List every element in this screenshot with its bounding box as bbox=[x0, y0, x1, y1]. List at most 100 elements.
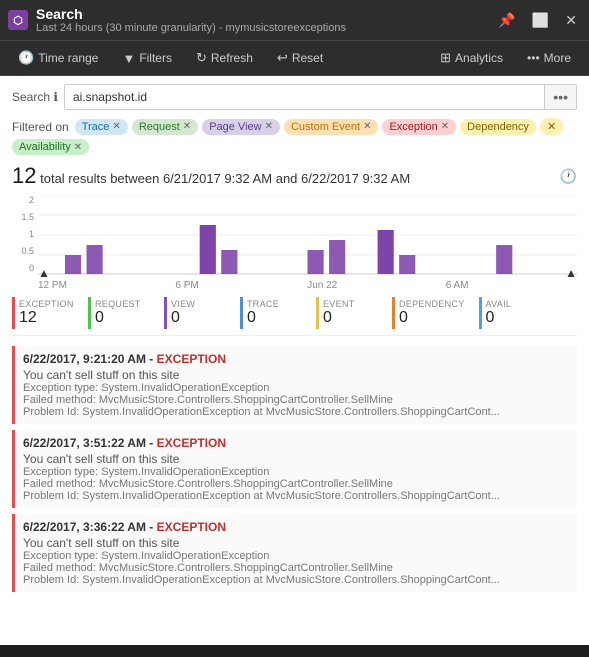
y-label-0: 0 bbox=[29, 263, 34, 273]
metric-dependency-value: 0 bbox=[399, 309, 408, 327]
result-1-exc-type: Exception type: System.InvalidOperationE… bbox=[23, 382, 569, 394]
metric-view-value: 0 bbox=[171, 309, 180, 327]
filter-tag-request[interactable]: Request ✕ bbox=[132, 119, 198, 135]
result-3-problem: Problem Id: System.InvalidOperationExcep… bbox=[23, 574, 569, 586]
result-3-desc: You can't sell stuff on this site bbox=[23, 536, 569, 550]
search-row: Search ℹ ••• bbox=[12, 84, 577, 110]
filters-button[interactable]: ▼ Filters bbox=[112, 46, 182, 71]
search-input[interactable] bbox=[65, 85, 544, 109]
result-1-method: Failed method: MvcMusicStore.Controllers… bbox=[23, 394, 569, 406]
filter-tag-availability-label: Availability bbox=[19, 141, 71, 153]
chart-svg bbox=[38, 195, 577, 275]
filtered-on-label: Filtered on bbox=[12, 120, 69, 134]
result-item-1[interactable]: 6/22/2017, 9:21:20 AM - EXCEPTION You ca… bbox=[12, 346, 577, 424]
window-title: Search bbox=[36, 6, 346, 22]
filter-tag-pageview[interactable]: Page View ✕ bbox=[202, 119, 280, 135]
title-bar-left: ⬡ Search Last 24 hours (30 minute granul… bbox=[8, 6, 346, 34]
reset-label: Reset bbox=[292, 51, 323, 65]
metric-avail-name: AVAIL bbox=[486, 299, 512, 309]
result-2-method: Failed method: MvcMusicStore.Controllers… bbox=[23, 478, 569, 490]
filter-tag-exception[interactable]: Exception ✕ bbox=[382, 119, 456, 135]
chart-arrow-left[interactable]: ▲ bbox=[38, 266, 50, 280]
result-2-desc: You can't sell stuff on this site bbox=[23, 452, 569, 466]
filter-tag-pageview-close[interactable]: ✕ bbox=[265, 121, 273, 132]
chart-svg-wrapper: ▲ ▲ bbox=[38, 195, 577, 278]
search-input-wrapper: ••• bbox=[64, 84, 577, 110]
result-item-3[interactable]: 6/22/2017, 3:36:22 AM - EXCEPTION You ca… bbox=[12, 514, 577, 592]
filters-label: Filters bbox=[139, 51, 172, 65]
result-1-desc: You can't sell stuff on this site bbox=[23, 368, 569, 382]
analytics-label: Analytics bbox=[455, 51, 503, 65]
result-1-type: EXCEPTION bbox=[157, 352, 226, 366]
maximize-button[interactable]: ⬜ bbox=[528, 10, 553, 31]
title-info: Search Last 24 hours (30 minute granular… bbox=[36, 6, 346, 34]
filter-tag-dependency[interactable]: Dependency bbox=[460, 119, 536, 135]
metric-dependency-name: DEPENDENCY bbox=[399, 299, 465, 309]
metric-request-name: REQUEST bbox=[95, 299, 141, 309]
filter-tag-availability-close[interactable]: ✕ bbox=[74, 142, 82, 153]
result-3-type: EXCEPTION bbox=[157, 520, 226, 534]
search-label: Search ℹ bbox=[12, 90, 58, 104]
metric-dependency: DEPENDENCY 0 bbox=[392, 297, 473, 329]
reset-button[interactable]: ↩ Reset bbox=[267, 45, 333, 71]
filter-tag-customevent-close[interactable]: ✕ bbox=[363, 121, 371, 132]
more-button[interactable]: ••• More bbox=[517, 46, 581, 70]
result-2-problem: Problem Id: System.InvalidOperationExcep… bbox=[23, 490, 569, 502]
filter-tag-trace[interactable]: Trace ✕ bbox=[75, 119, 128, 135]
refresh-button[interactable]: ↻ Refresh bbox=[186, 45, 263, 71]
filter-tag-customevent[interactable]: Custom Event ✕ bbox=[284, 119, 378, 135]
main-content: Search ℹ ••• Filtered on Trace ✕ Request… bbox=[0, 76, 589, 645]
metric-exception-name: EXCEPTION bbox=[19, 299, 74, 309]
more-label: More bbox=[544, 51, 571, 65]
filter-tag-dependency-close[interactable]: ✕ bbox=[540, 118, 563, 135]
toolbar: 🕐 Time range ▼ Filters ↻ Refresh ↩ Reset… bbox=[0, 41, 589, 76]
filter-tag-trace-label: Trace bbox=[82, 121, 110, 133]
result-item-2[interactable]: 6/22/2017, 3:51:22 AM - EXCEPTION You ca… bbox=[12, 430, 577, 508]
filter-tag-dependency-label: Dependency bbox=[467, 121, 529, 133]
analytics-button[interactable]: ⊞ Analytics bbox=[430, 45, 513, 71]
metrics-row: EXCEPTION 12 REQUEST 0 VIEW 0 TRACE 0 EV… bbox=[12, 297, 577, 336]
result-3-exc-type: Exception type: System.InvalidOperationE… bbox=[23, 550, 569, 562]
metric-avail-value: 0 bbox=[486, 309, 495, 327]
pin-button[interactable]: 📌 bbox=[494, 10, 519, 31]
close-button[interactable]: ✕ bbox=[561, 10, 581, 31]
metric-exception: EXCEPTION 12 bbox=[12, 297, 82, 329]
filter-tag-request-close[interactable]: ✕ bbox=[183, 121, 191, 132]
metric-event: EVENT 0 bbox=[316, 297, 386, 329]
metric-request: REQUEST 0 bbox=[88, 297, 158, 329]
y-label-05: 0.5 bbox=[21, 246, 34, 256]
filter-tag-availability[interactable]: Availability ✕ bbox=[12, 139, 89, 155]
metric-view: VIEW 0 bbox=[164, 297, 234, 329]
chart-area: 2 1.5 1 0.5 0 bbox=[12, 195, 577, 291]
filter-tag-trace-close[interactable]: ✕ bbox=[112, 121, 120, 132]
filter-tag-customevent-label: Custom Event bbox=[291, 121, 360, 133]
metric-avail: AVAIL 0 bbox=[479, 297, 549, 329]
filter-tag-exception-close[interactable]: ✕ bbox=[441, 121, 449, 132]
result-2-timestamp: 6/22/2017, 3:51:22 AM - EXCEPTION bbox=[23, 436, 569, 450]
app-icon: ⬡ bbox=[8, 10, 28, 30]
title-bar: ⬡ Search Last 24 hours (30 minute granul… bbox=[0, 0, 589, 41]
y-axis: 2 1.5 1 0.5 0 bbox=[12, 195, 34, 275]
result-2-exc-type: Exception type: System.InvalidOperationE… bbox=[23, 466, 569, 478]
result-1-timestamp: 6/22/2017, 9:21:20 AM - EXCEPTION bbox=[23, 352, 569, 366]
analytics-icon: ⊞ bbox=[440, 50, 451, 66]
filter-tag-request-label: Request bbox=[139, 121, 180, 133]
result-3-method: Failed method: MvcMusicStore.Controllers… bbox=[23, 562, 569, 574]
metric-trace-name: TRACE bbox=[247, 299, 279, 309]
metric-request-value: 0 bbox=[95, 309, 104, 327]
filter-tag-pageview-label: Page View bbox=[209, 121, 261, 133]
filter-row: Filtered on Trace ✕ Request ✕ Page View … bbox=[12, 118, 577, 155]
x-axis-labels: 12 PM 6 PM Jun 22 6 AM bbox=[12, 280, 577, 291]
results-clock-icon[interactable]: 🕐 bbox=[560, 168, 577, 185]
clock-icon: 🕐 bbox=[18, 50, 34, 66]
search-options-button[interactable]: ••• bbox=[544, 85, 576, 109]
more-dots-icon: ••• bbox=[527, 51, 540, 65]
title-controls: 📌 ⬜ ✕ bbox=[494, 10, 581, 31]
results-summary-text: total results between 6/21/2017 9:32 AM … bbox=[40, 171, 410, 186]
time-range-button[interactable]: 🕐 Time range bbox=[8, 45, 108, 71]
metric-exception-value: 12 bbox=[19, 309, 37, 327]
x-label-6am: 6 AM bbox=[446, 280, 469, 291]
chart-arrow-right[interactable]: ▲ bbox=[565, 266, 577, 280]
x-label-jun22: Jun 22 bbox=[307, 280, 337, 291]
y-label-2: 2 bbox=[29, 195, 34, 205]
